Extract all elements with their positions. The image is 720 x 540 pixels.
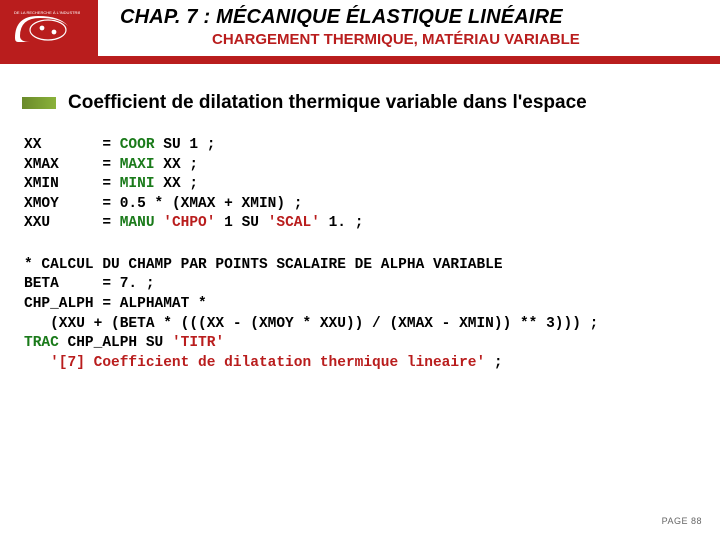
keyword: TRAC	[24, 335, 59, 351]
string-literal: 'CHPO'	[163, 215, 215, 231]
code-text: XX ;	[155, 157, 199, 173]
code-text: XMOY	[24, 196, 102, 212]
code-text: 1. ;	[320, 215, 364, 231]
code-text: 1 SU	[215, 215, 267, 231]
code-text: * CALCUL DU CHAMP PAR POINTS SCALAIRE DE…	[24, 257, 503, 273]
code-text: BETA = 7. ;	[24, 276, 155, 292]
slide-header: DE LA RECHERCHE À L'INDUSTRIE CHAP. 7 : …	[0, 0, 720, 64]
keyword: MANU	[120, 215, 155, 231]
string-literal: 'TITR'	[172, 335, 224, 351]
bullet-icon	[22, 97, 56, 109]
page-number: PAGE 88	[662, 516, 702, 526]
string-literal: '[7] Coefficient de dilatation thermique…	[24, 355, 485, 371]
code-text: XX ;	[155, 176, 199, 192]
code-text: (XXU + (BETA * (((XX - (XMOY * XXU)) / (…	[24, 316, 598, 332]
code-text: XMIN	[24, 176, 102, 192]
cea-logo: DE LA RECHERCHE À L'INDUSTRIE	[10, 8, 80, 46]
string-literal: 'SCAL'	[268, 215, 320, 231]
code-text: ;	[485, 355, 502, 371]
section-heading-row: Coefficient de dilatation thermique vari…	[22, 92, 698, 114]
svg-text:DE LA RECHERCHE À L'INDUSTRIE: DE LA RECHERCHE À L'INDUSTRIE	[14, 10, 80, 15]
code-text: 0.5 * (XMAX + XMIN) ;	[120, 196, 303, 212]
code-block-1: XX = COOR SU 1 ; XMAX = MAXI XX ; XMIN =…	[24, 136, 698, 234]
code-text: CHP_ALPH SU	[59, 335, 172, 351]
keyword: MINI	[120, 176, 155, 192]
code-text: XMAX	[24, 157, 102, 173]
slide-content: Coefficient de dilatation thermique vari…	[0, 64, 720, 373]
section-title: Coefficient de dilatation thermique vari…	[68, 92, 587, 114]
keyword: MAXI	[120, 157, 155, 173]
code-text: XXU	[24, 215, 102, 231]
code-text: CHP_ALPH = ALPHAMAT *	[24, 296, 207, 312]
code-text: SU 1 ;	[155, 137, 216, 153]
code-block-2: * CALCUL DU CHAMP PAR POINTS SCALAIRE DE…	[24, 256, 698, 373]
chapter-subtitle: CHARGEMENT THERMIQUE, MATÉRIAU VARIABLE	[120, 31, 720, 48]
chapter-title: CHAP. 7 : MÉCANIQUE ÉLASTIQUE LINÉAIRE	[120, 6, 720, 29]
keyword: COOR	[120, 137, 155, 153]
code-text: XX	[24, 137, 102, 153]
header-white-panel: CHAP. 7 : MÉCANIQUE ÉLASTIQUE LINÉAIRE C…	[98, 0, 720, 56]
